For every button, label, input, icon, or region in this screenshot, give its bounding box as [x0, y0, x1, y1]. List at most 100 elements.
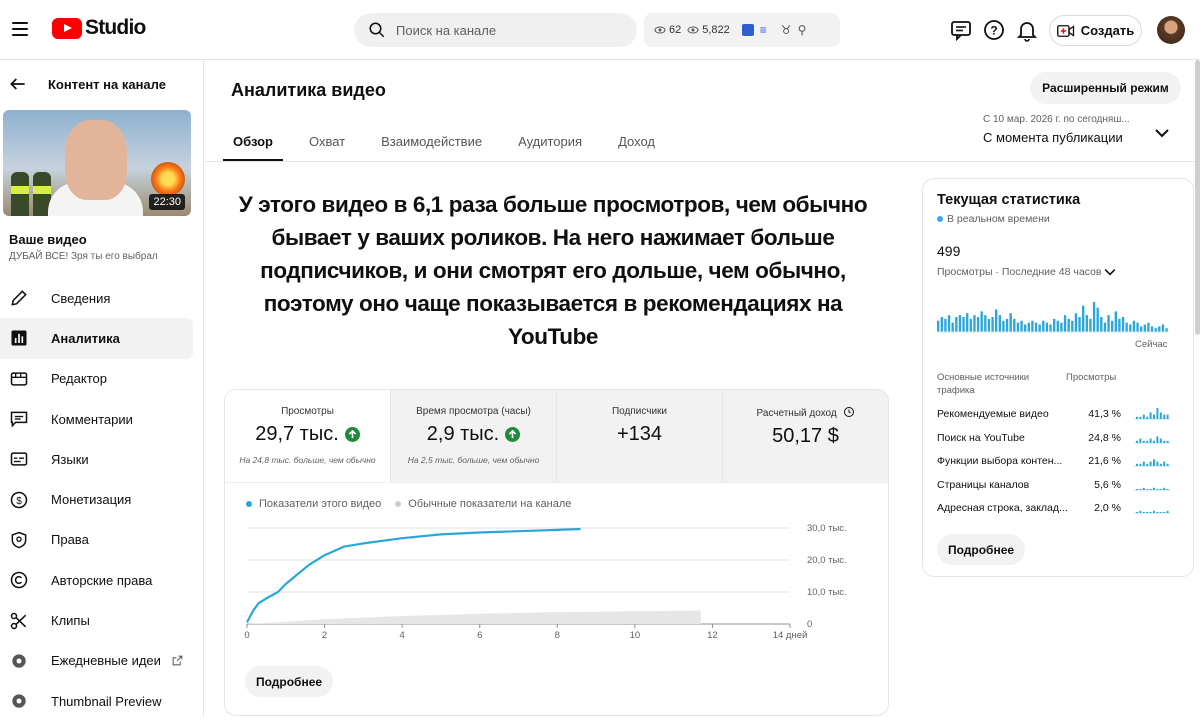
sidebar-item-analytics[interactable]: Аналитика [0, 318, 193, 359]
metric-subscribers[interactable]: Подписчики +134 [557, 390, 723, 482]
metric-value: 29,7 тыс. [225, 423, 390, 446]
metric-number: 2,9 тыс. [426, 423, 500, 445]
overview-card: Просмотры 29,7 тыс. На 24,8 тыс. больше,… [224, 389, 889, 716]
sidebar-item-copyright[interactable]: Авторские права [0, 560, 193, 600]
sparkline-bar [1153, 487, 1155, 490]
realtime-period-label: Просмотры · Последние 48 часов [937, 266, 1102, 278]
realtime-bar [1016, 322, 1020, 333]
realtime-bar [1165, 328, 1168, 332]
x-tick-label: 4 [399, 630, 404, 641]
search-input[interactable] [396, 22, 606, 38]
extension-stats-pill: 62 5,822 ≡ ♉ ⚲ [644, 13, 840, 47]
back-to-content-link[interactable]: Контент на канале [8, 74, 166, 94]
advanced-mode-button[interactable]: Расширенный режим [1030, 72, 1181, 104]
sidebar-item-label: Thumbnail Preview [51, 693, 162, 709]
traffic-source-row: Рекомендуемые видео 41,3 % [937, 408, 1183, 426]
scrollbar[interactable] [1195, 60, 1200, 335]
sidebar: Контент на канале 22:30 Ваше видео ДУБАЙ… [0, 60, 204, 717]
sidebar-item-languages[interactable]: Языки [0, 439, 193, 479]
extension-icon[interactable] [741, 24, 754, 36]
metric-note: На 24,8 тыс. больше, чем обычно [239, 455, 376, 465]
metric-revenue[interactable]: Расчетный доход 50,17 $ [723, 390, 888, 482]
sidebar-item-label: Аналитика [51, 330, 120, 346]
realtime-period-selector[interactable]: Просмотры · Последние 48 часов [937, 266, 1116, 278]
tab-revenue[interactable]: Доход [608, 122, 665, 162]
realtime-more-button[interactable]: Подробнее [937, 534, 1025, 565]
sidebar-item-thumbnail-preview[interactable]: Thumbnail Preview [0, 681, 193, 721]
tab-overview[interactable]: Обзор [223, 122, 283, 162]
list-icon[interactable]: ≡ [760, 23, 767, 37]
sparkline-bar [1136, 440, 1138, 443]
main-content: Аналитика видео Расширенный режим Обзор … [205, 60, 1200, 717]
sparkline-bar [1139, 463, 1142, 467]
sparkline-bar [1163, 414, 1166, 419]
sparkline-bar [1139, 511, 1142, 514]
traffic-source-percent: 5,6 % [1094, 478, 1121, 491]
analytics-icon [11, 330, 27, 346]
sidebar-item-label: Монетизация [51, 492, 132, 508]
realtime-bar [1024, 324, 1027, 332]
sparkline-bar [1156, 512, 1159, 514]
studio-logo-text: Studio [85, 16, 146, 39]
account-avatar[interactable] [1157, 16, 1185, 44]
sparkline-bar [1163, 487, 1166, 490]
sidebar-item-rights[interactable]: Права [0, 520, 193, 560]
sparkline-bar [1156, 408, 1159, 419]
studio-logo[interactable]: Studio [52, 16, 146, 40]
date-range-selector[interactable]: С 10 мар. 2026 г. по сегодняш... С момен… [983, 114, 1183, 145]
metric-views[interactable]: Просмотры 29,7 тыс. На 24,8 тыс. больше,… [225, 390, 391, 482]
legend-this-video: Показатели этого видео [246, 498, 381, 510]
video-add-icon [1056, 24, 1074, 37]
create-button[interactable]: Создать [1049, 15, 1142, 46]
sources-header-label: Основные источники трафика [937, 372, 1030, 396]
realtime-card: Текущая статистика В реальном времени 49… [922, 178, 1194, 577]
tab-engagement[interactable]: Взаимодействие [371, 122, 492, 162]
metric-number: 50,17 $ [772, 425, 839, 447]
chevron-down-icon [1105, 269, 1116, 276]
sparkline-bar [1149, 488, 1152, 490]
realtime-bar [1078, 317, 1081, 332]
svg-text:?: ? [990, 24, 997, 38]
sidebar-item-daily-ideas[interactable]: Ежедневные идеи [0, 641, 193, 681]
video-thumbnail[interactable]: 22:30 [3, 110, 191, 216]
tab-audience[interactable]: Аудитория [508, 122, 592, 162]
sidebar-item-editor[interactable]: Редактор [0, 359, 193, 399]
realtime-bar [998, 315, 1001, 333]
sidebar-item-clips[interactable]: Клипы [0, 600, 193, 640]
realtime-bar [1005, 318, 1009, 333]
realtime-bar [940, 317, 943, 332]
search-box[interactable] [354, 13, 637, 47]
sidebar-item-details[interactable]: Сведения [0, 278, 193, 318]
traffic-source-sparkline [1134, 511, 1170, 514]
metric-watch-time[interactable]: Время просмотра (часы) 2,9 тыс. На 2,5 т… [391, 390, 557, 482]
sidebar-item-comments[interactable]: Комментарии [0, 399, 193, 439]
traffic-source-sparkline [1134, 459, 1170, 467]
realtime-bar [1111, 320, 1114, 332]
robot-icon[interactable]: ♉ [781, 23, 792, 37]
eye-icon [654, 26, 666, 34]
more-details-button[interactable]: Подробнее [245, 666, 333, 697]
sidebar-item-monetization[interactable]: $ Монетизация [0, 479, 193, 519]
legend-dot [395, 501, 402, 508]
sidebar-item-label: Комментарии [51, 411, 133, 427]
live-dot [937, 216, 943, 222]
realtime-live-label: В реальном времени [937, 213, 1050, 225]
realtime-bar [1060, 322, 1063, 333]
realtime-bar [1136, 322, 1139, 333]
help-icon[interactable]: ? [982, 18, 1006, 42]
tag-icon[interactable]: ⚲ [798, 23, 807, 37]
sparkline-bar [1149, 438, 1152, 443]
metric-label: Подписчики [611, 406, 667, 417]
tab-reach[interactable]: Охват [299, 122, 355, 162]
traffic-source-percent: 21,6 % [1088, 455, 1121, 468]
realtime-bar [1140, 326, 1143, 333]
notifications-bell-icon[interactable] [1015, 18, 1039, 42]
feedback-icon[interactable] [949, 18, 973, 42]
analytics-tabs: Обзор Охват Взаимодействие Аудитория Дох… [223, 122, 681, 162]
hamburger-menu-icon[interactable] [12, 22, 28, 36]
sparkline-bar [1149, 412, 1152, 419]
sparkline-bar [1149, 512, 1152, 514]
create-button-label: Создать [1080, 23, 1135, 38]
x-tick-label: 8 [555, 630, 560, 641]
realtime-bar [1158, 326, 1161, 333]
